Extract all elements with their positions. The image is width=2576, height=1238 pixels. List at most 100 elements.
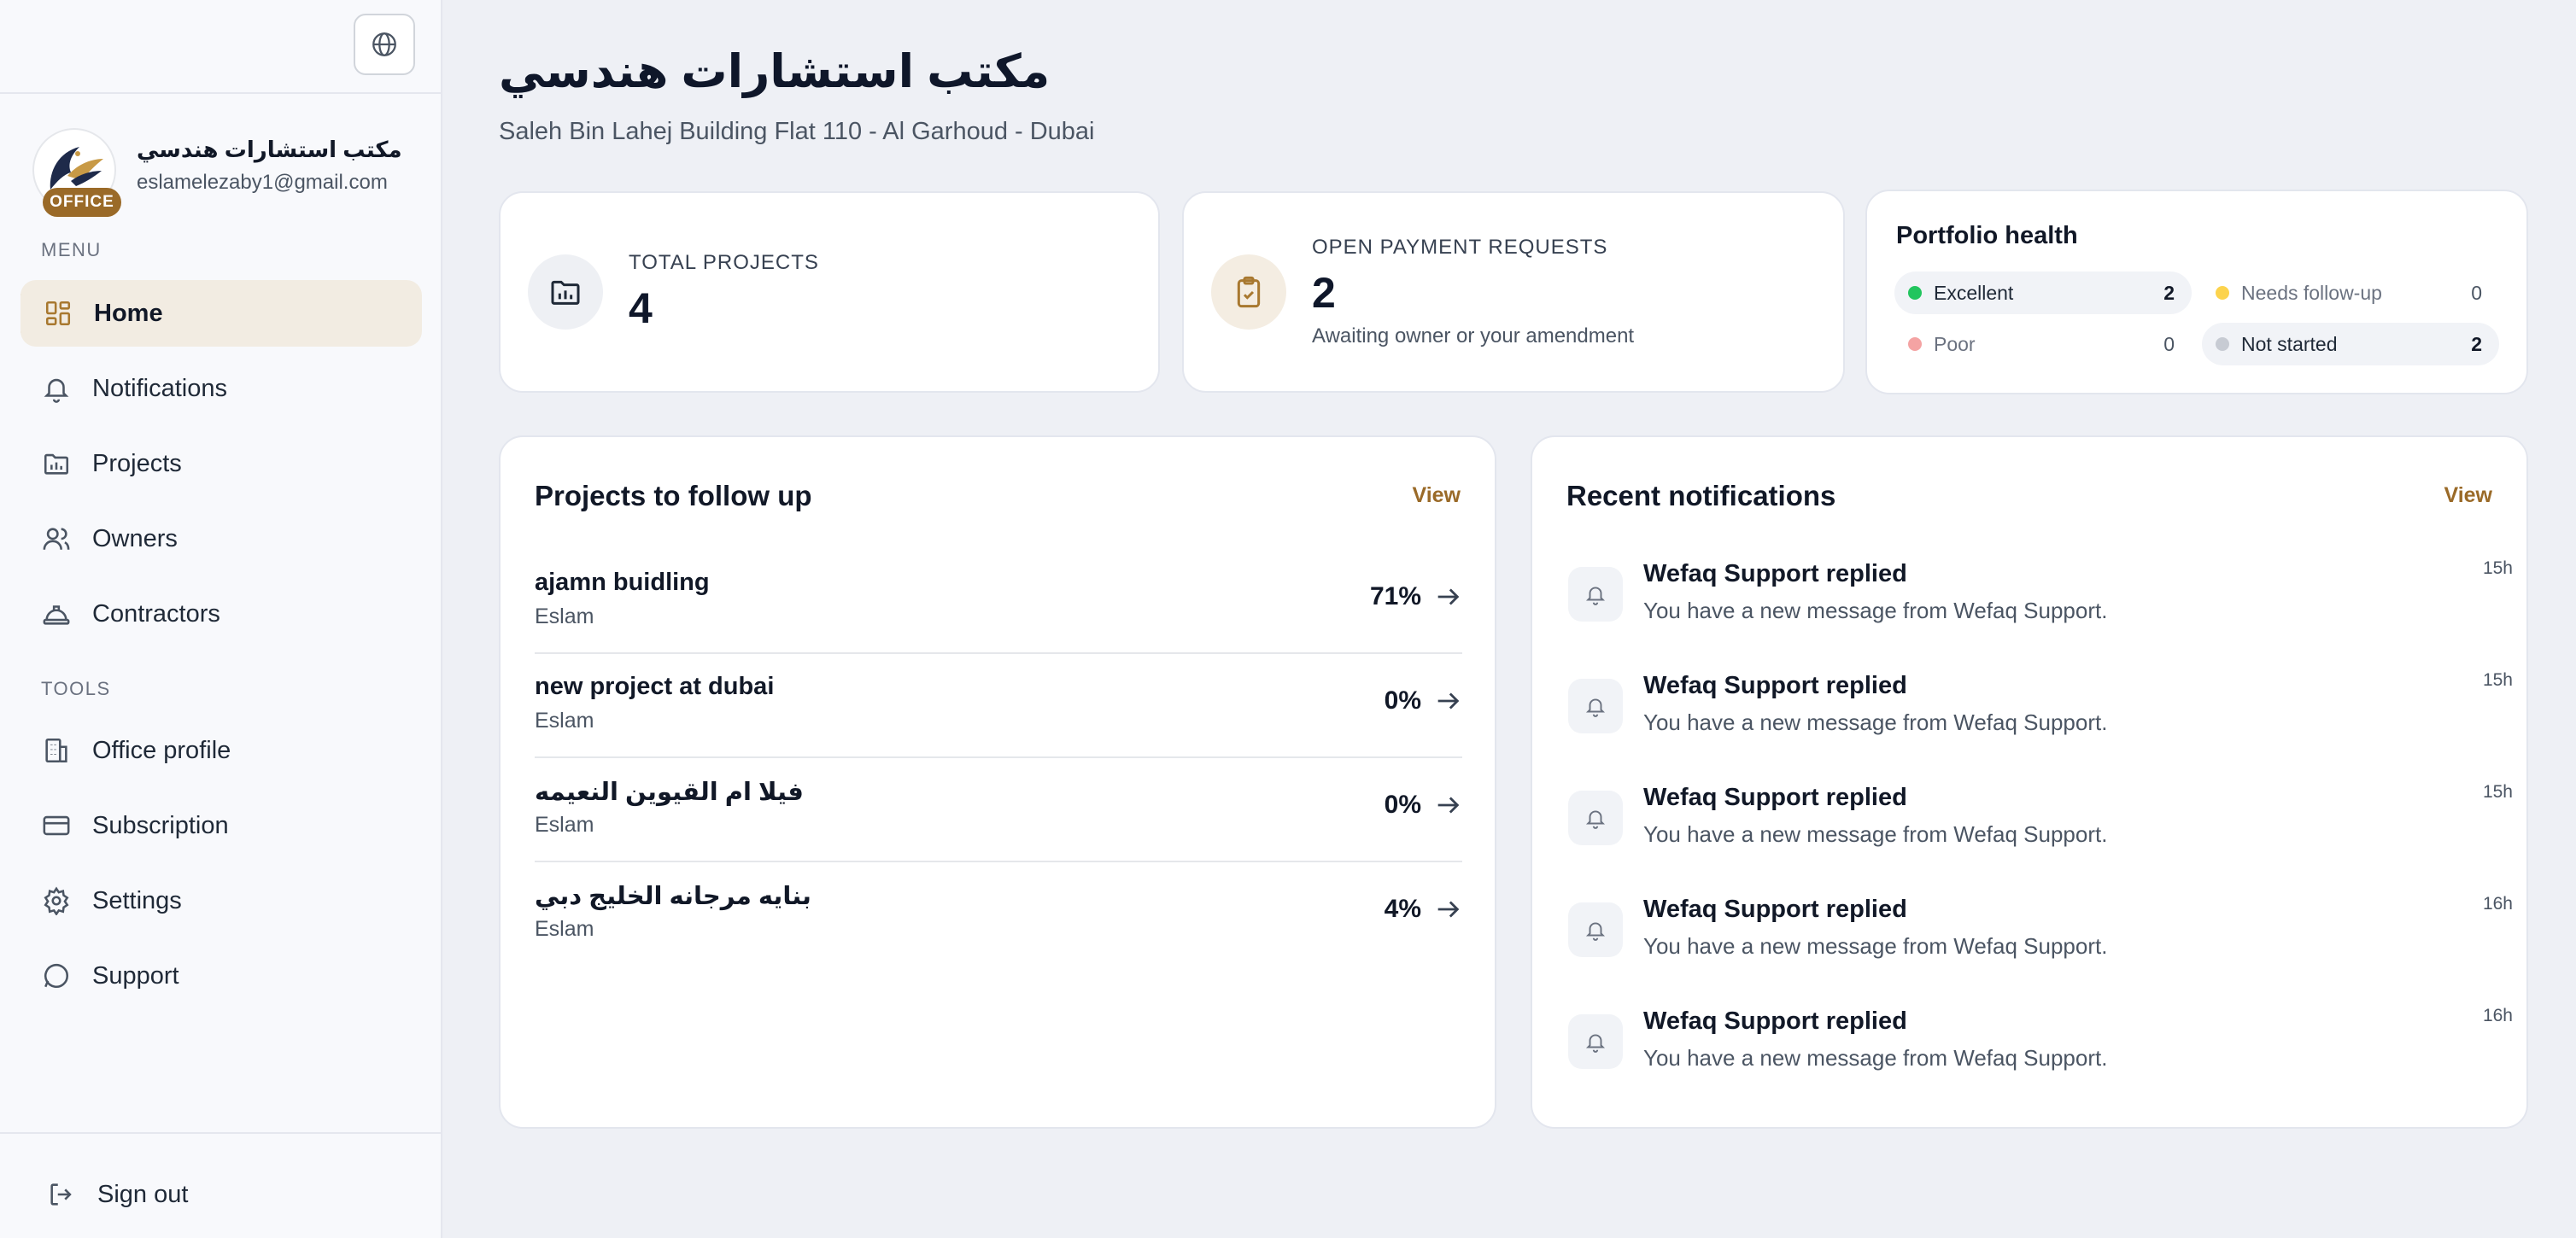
health-needs-follow-up[interactable]: Needs follow-up 0 [2202, 272, 2499, 314]
sidebar-item-label: Subscription [92, 811, 229, 839]
sidebar-item-label: Settings [92, 886, 182, 914]
project-row[interactable]: ajamn buidling Eslam 71% [535, 550, 1462, 654]
notification-item[interactable]: Wefaq Support replied You have a new mes… [1566, 557, 2515, 651]
sidebar-item-label: Contractors [92, 599, 220, 628]
project-progress: 4% [1384, 895, 1421, 923]
sidebar-item-owners[interactable]: Owners [20, 505, 422, 572]
project-owner: Eslam [535, 917, 594, 941]
panel-title: Recent notifications [1566, 480, 1836, 511]
status-dot [2216, 286, 2229, 300]
view-notifications-link[interactable]: View [2444, 483, 2492, 508]
health-count: 2 [2163, 281, 2175, 304]
folder-chart-icon [39, 447, 73, 481]
project-progress: 0% [1384, 791, 1421, 819]
health-excellent[interactable]: Excellent 2 [1894, 272, 2192, 314]
sign-out-button[interactable]: Sign out [20, 1161, 422, 1228]
health-poor[interactable]: Poor 0 [1894, 323, 2192, 365]
health-count: 0 [2163, 332, 2175, 355]
page-subtitle: Saleh Bin Lahej Building Flat 110 - Al G… [499, 118, 1095, 145]
logout-icon [44, 1177, 79, 1212]
building-icon [39, 733, 73, 768]
arrow-right-icon [1437, 797, 1460, 814]
project-progress: 0% [1384, 686, 1421, 715]
notification-item[interactable]: Wefaq Support replied You have a new mes… [1566, 780, 2515, 874]
notification-body: You have a new message from Wefaq Suppor… [1643, 598, 2108, 623]
stat-label: TOTAL PROJECTS [629, 251, 819, 274]
status-dot [1908, 337, 1922, 351]
notification-body: You have a new message from Wefaq Suppor… [1643, 933, 2108, 959]
health-count: 0 [2471, 281, 2482, 304]
health-name: Needs follow-up [2241, 281, 2382, 304]
notification-title: Wefaq Support replied [1643, 784, 1907, 811]
bell-icon [1568, 791, 1623, 845]
credit-card-icon [39, 809, 73, 843]
sidebar: OFFICE مكتب استشارات هندسي eslamelezaby1… [0, 0, 442, 1238]
notification-title: Wefaq Support replied [1643, 560, 1907, 587]
total-projects-card[interactable]: TOTAL PROJECTS 4 [499, 191, 1160, 393]
dashboard-icon [41, 296, 75, 330]
notification-body: You have a new message from Wefaq Suppor… [1643, 821, 2108, 847]
sidebar-item-label: Home [94, 299, 163, 327]
menu-section-label: MENU [41, 239, 102, 260]
sign-out-label: Sign out [97, 1180, 189, 1208]
bell-icon [39, 371, 73, 406]
notification-item[interactable]: Wefaq Support replied You have a new mes… [1566, 669, 2515, 762]
status-dot [1908, 286, 1922, 300]
project-owner: Eslam [535, 813, 594, 837]
open-payment-requests-card[interactable]: OPEN PAYMENT REQUESTS 2 Awaiting owner o… [1182, 191, 1845, 393]
project-name: بنايه مرجانه الخليج دبي [535, 883, 811, 910]
stat-label: OPEN PAYMENT REQUESTS [1312, 236, 1608, 259]
health-count: 2 [2471, 332, 2482, 355]
notification-time: 16h [2482, 1006, 2513, 1025]
health-not-started[interactable]: Not started 2 [2202, 323, 2499, 365]
project-row[interactable]: بنايه مرجانه الخليج دبي Eslam 4% [535, 862, 1462, 966]
sidebar-item-home[interactable]: Home [20, 280, 422, 347]
chat-bubble-icon [39, 959, 73, 993]
sidebar-item-office-profile[interactable]: Office profile [20, 717, 422, 784]
tools-section-label: TOOLS [41, 678, 111, 699]
notification-time: 16h [2482, 894, 2513, 914]
project-name: ajamn buidling [535, 569, 710, 596]
sidebar-item-subscription[interactable]: Subscription [20, 792, 422, 859]
sidebar-item-label: Owners [92, 524, 178, 552]
users-icon [39, 522, 73, 556]
bell-icon [1568, 679, 1623, 733]
divider [0, 92, 442, 94]
stat-value: 4 [629, 284, 653, 332]
sidebar-item-contractors[interactable]: Contractors [20, 581, 422, 647]
project-progress: 71% [1369, 582, 1421, 610]
notification-body: You have a new message from Wefaq Suppor… [1643, 1045, 2108, 1071]
notification-time: 15h [2482, 558, 2513, 578]
language-button[interactable] [354, 14, 415, 75]
gear-icon [39, 884, 73, 918]
arrow-right-icon [1437, 588, 1460, 605]
health-name: Not started [2241, 332, 2338, 355]
status-dot [2216, 337, 2229, 351]
sidebar-item-projects[interactable]: Projects [20, 430, 422, 497]
notification-title: Wefaq Support replied [1643, 1007, 1907, 1035]
project-row[interactable]: new project at dubai Eslam 0% [535, 654, 1462, 758]
folder-chart-icon [528, 254, 603, 330]
notification-time: 15h [2482, 782, 2513, 802]
sidebar-item-settings[interactable]: Settings [20, 867, 422, 934]
portfolio-health-title: Portfolio health [1896, 222, 2078, 249]
clipboard-check-icon [1211, 254, 1286, 330]
notification-item[interactable]: Wefaq Support replied You have a new mes… [1566, 892, 2515, 986]
notification-item[interactable]: Wefaq Support replied You have a new mes… [1566, 1004, 2515, 1098]
stat-value: 2 [1312, 269, 1336, 317]
sidebar-item-notifications[interactable]: Notifications [20, 355, 422, 422]
project-owner: Eslam [535, 604, 594, 628]
portfolio-health-card: Portfolio health Excellent 2 Needs follo… [1865, 190, 2528, 394]
sidebar-item-support[interactable]: Support [20, 943, 422, 1009]
hard-hat-icon [39, 597, 73, 631]
health-name: Poor [1934, 332, 1976, 355]
project-row[interactable]: فيلا ام القيوين النعيمه Eslam 0% [535, 758, 1462, 862]
panel-title: Projects to follow up [535, 480, 812, 511]
arrow-right-icon [1437, 692, 1460, 710]
office-email: eslamelezaby1@gmail.com [137, 171, 388, 194]
notification-body: You have a new message from Wefaq Suppor… [1643, 710, 2108, 735]
view-projects-link[interactable]: View [1412, 483, 1461, 508]
project-name: فيلا ام القيوين النعيمه [535, 779, 804, 806]
sidebar-item-label: Projects [92, 449, 182, 477]
arrow-right-icon [1437, 901, 1460, 918]
